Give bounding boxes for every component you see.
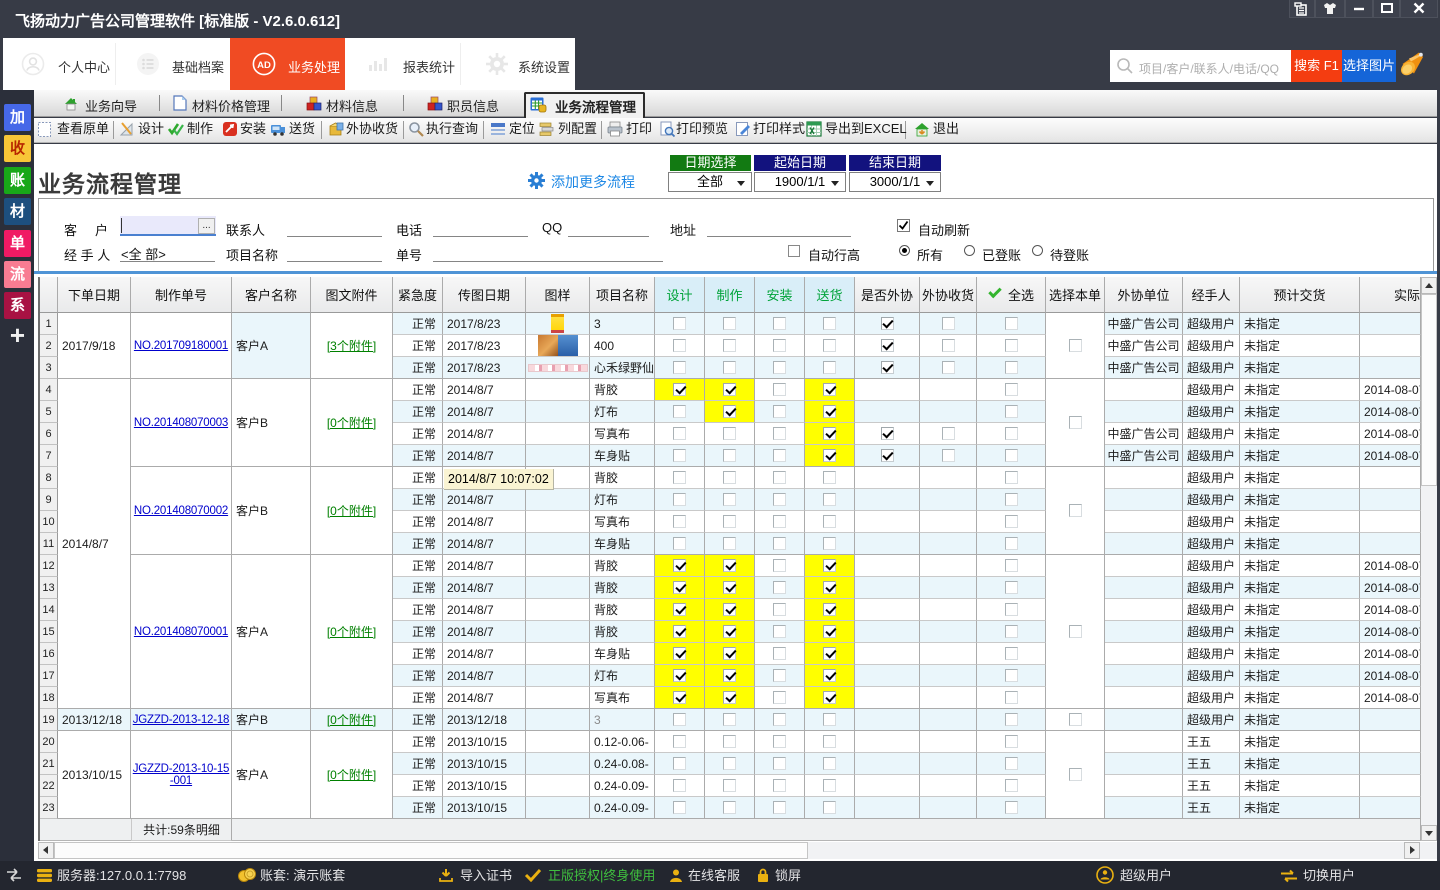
svg-text:AD: AD bbox=[257, 60, 271, 71]
